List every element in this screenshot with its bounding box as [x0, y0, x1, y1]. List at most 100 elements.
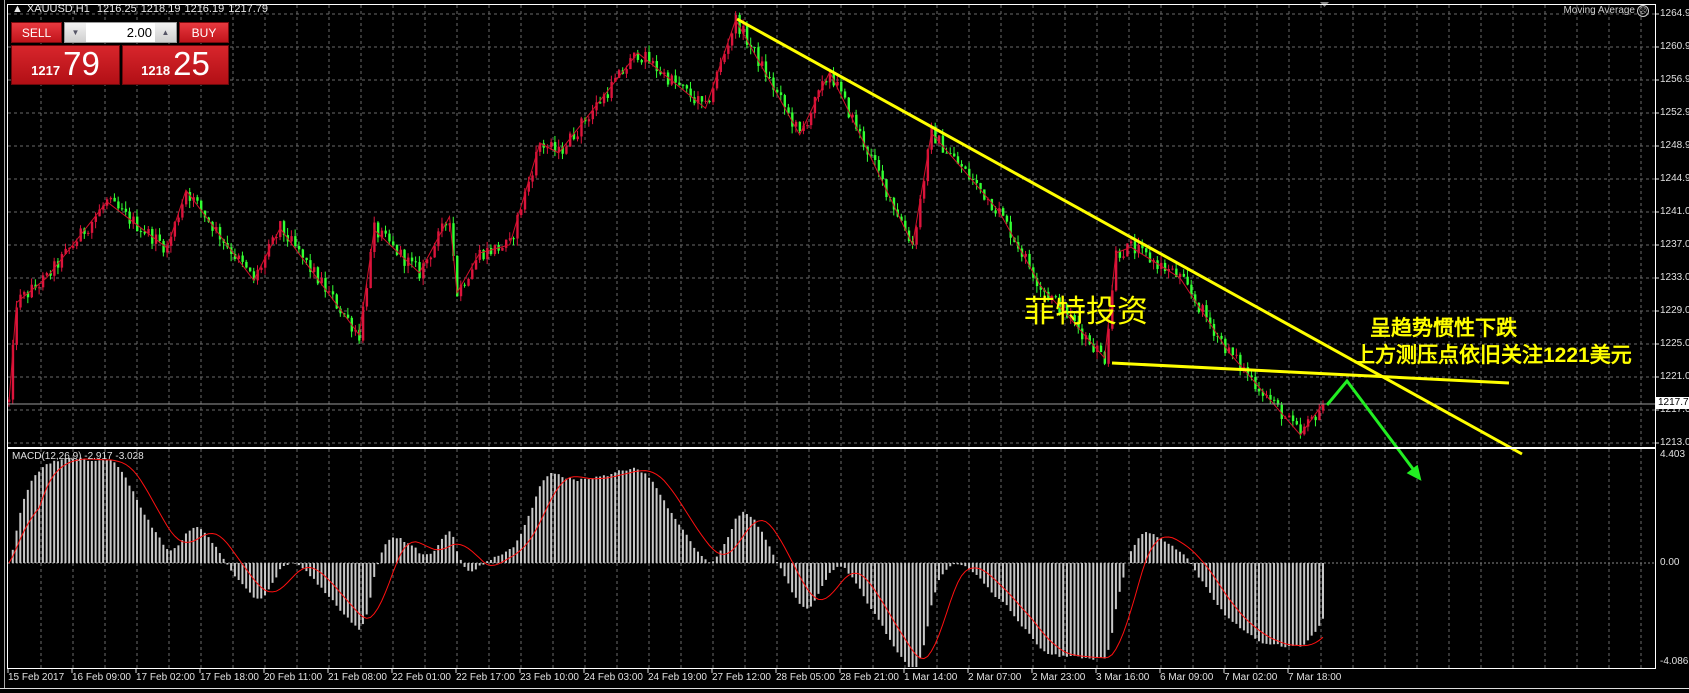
high-value: 1218.19	[140, 3, 181, 15]
candle-body	[1314, 416, 1317, 421]
candle-body	[953, 153, 956, 157]
candle-body	[1182, 273, 1186, 277]
candle-body	[877, 160, 881, 171]
candle-body	[301, 249, 305, 258]
open-value: 1216.25	[96, 3, 137, 15]
candle-body	[290, 236, 293, 242]
macd-axis-min: -4.086	[1660, 656, 1689, 667]
candle-body	[708, 100, 711, 103]
candle-body	[45, 273, 49, 276]
candle-body	[87, 232, 90, 234]
candle-body	[1186, 276, 1189, 285]
candle-body	[1235, 354, 1238, 356]
time-axis-label: 20 Feb 11:00	[264, 672, 323, 683]
price-axis-label: 1260.9	[1660, 41, 1689, 52]
increase-lot-button[interactable]: ▲	[155, 23, 176, 42]
candle-body	[1148, 252, 1152, 263]
price-axis-label: 1221.0	[1660, 371, 1689, 382]
candle-body	[1220, 335, 1223, 339]
time-axis-label: 17 Feb 02:00	[136, 672, 195, 683]
candle-body	[248, 267, 252, 272]
candle-body	[512, 238, 515, 240]
candle-body	[1178, 273, 1182, 278]
candle-body	[19, 294, 22, 308]
candle-body	[463, 284, 466, 286]
candle-body	[260, 267, 263, 270]
price-axis-label: 1233.0	[1660, 272, 1689, 283]
sell-price-button[interactable]: 1217 79	[11, 45, 120, 85]
price-axis-label: 1229.0	[1660, 305, 1689, 316]
sell-button[interactable]: SELL	[11, 22, 62, 43]
candle-body	[1171, 268, 1174, 270]
low-value: 1216.19	[184, 3, 225, 15]
candle-body	[730, 33, 734, 46]
candle-body	[776, 89, 779, 93]
candle-body	[644, 51, 647, 63]
candle-body	[501, 247, 504, 251]
candle-body	[120, 208, 124, 210]
price-axis-label: 1213.0	[1660, 437, 1689, 448]
candle-body	[599, 102, 602, 104]
time-axis-label: 22 Feb 01:00	[392, 672, 451, 683]
candle-body	[139, 231, 143, 233]
time-axis-label: 23 Feb 10:00	[520, 672, 579, 683]
lot-size-input[interactable]	[86, 23, 155, 42]
buy-price-button[interactable]: 1218 25	[122, 45, 229, 85]
candle-body	[1257, 389, 1261, 392]
candle-body	[1129, 241, 1133, 244]
time-axis-label: 2 Mar 07:00	[968, 672, 1022, 683]
candle-body	[994, 210, 997, 214]
collapse-triangle-icon[interactable]: ▲	[12, 3, 23, 15]
candle-body	[1205, 305, 1208, 318]
candle-body	[640, 59, 643, 63]
price-axis-label: 1256.9	[1660, 74, 1689, 85]
candle-body	[388, 233, 391, 242]
candle-body	[828, 74, 832, 83]
price-axis-label: 1225.0	[1660, 338, 1689, 349]
candle-body	[196, 197, 199, 201]
macd-pane-frame	[7, 448, 1656, 669]
candle-body	[294, 236, 297, 246]
candle-body	[606, 94, 610, 98]
forecast-arrow[interactable]	[1325, 378, 1418, 474]
expert-advisor-label[interactable]: Moving Average ☹	[1563, 5, 1649, 17]
candle-body	[798, 121, 802, 132]
candle-body	[245, 261, 248, 268]
candle-body	[1009, 221, 1012, 238]
candle-body	[1122, 256, 1125, 258]
candle-body	[1318, 410, 1321, 421]
macd-axis-max: 4.403	[1660, 449, 1686, 460]
candle-body	[678, 82, 681, 85]
candle-body	[384, 230, 387, 234]
candle-body	[1288, 415, 1291, 418]
candle-body	[158, 234, 161, 241]
chevron-down-icon: ▼	[71, 28, 80, 37]
candle-body	[531, 175, 534, 182]
candle-body	[23, 292, 26, 295]
candle-body	[1190, 284, 1193, 295]
candle-body	[109, 197, 113, 200]
time-axis-label: 21 Feb 08:00	[328, 672, 387, 683]
buy-button[interactable]: BUY	[179, 22, 229, 43]
candle-body	[704, 100, 707, 102]
time-axis-label: 2 Mar 23:00	[1032, 672, 1086, 683]
time-axis-label: 17 Feb 18:00	[200, 672, 259, 683]
arrow-head-icon	[1406, 464, 1422, 481]
candle-body	[625, 69, 628, 74]
macd-histogram	[11, 457, 1324, 667]
candle-body	[328, 291, 331, 293]
decrease-lot-button[interactable]: ▼	[65, 23, 86, 42]
time-axis-label: 24 Feb 03:00	[584, 672, 643, 683]
indicator-name: Moving Average	[1563, 5, 1635, 16]
chart-header: ▲ XAUUSD,H1 1216.25 1218.19 1216.19 1217.79	[12, 3, 272, 15]
price-axis-label: 1241.0	[1660, 206, 1689, 217]
macd-axis-zero: 0.00	[1660, 557, 1680, 568]
candle-body	[113, 197, 116, 202]
candle-body	[727, 45, 730, 54]
candle-body	[241, 255, 244, 262]
candle-body	[870, 154, 873, 156]
candle-body	[550, 142, 553, 148]
time-axis-label: 28 Feb 21:00	[840, 672, 899, 683]
candle-body	[489, 247, 493, 255]
current-price-label: 1217.79	[1656, 397, 1689, 409]
